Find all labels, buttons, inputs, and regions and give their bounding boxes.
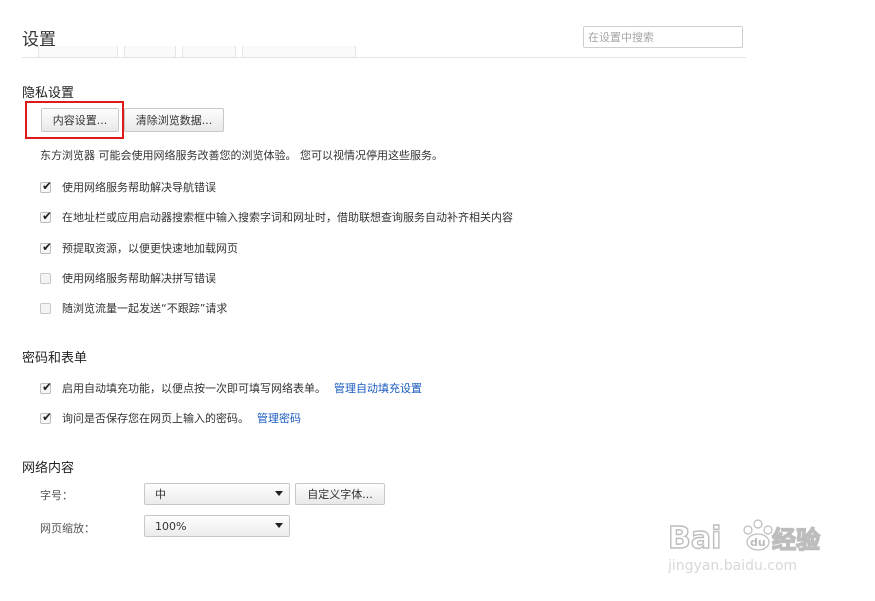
checkmark-icon: ✔ <box>42 208 53 223</box>
font-size-value: 中 <box>155 488 166 501</box>
option-autofill[interactable]: ✔ 启用自动填充功能，以便点按一次即可填写网络表单。 管理自动填充设置 <box>40 380 422 396</box>
option-label: 预提取资源，以便更快速地加载网页 <box>62 242 238 255</box>
option-prefetch[interactable]: ✔ 预提取资源，以便更快速地加载网页 <box>40 240 238 256</box>
clear-browsing-data-button[interactable]: 清除浏览数据... <box>124 108 224 132</box>
page-zoom-value: 100% <box>155 519 187 533</box>
option-label: 使用网络服务帮助解决拼写错误 <box>62 272 216 285</box>
option-label: 在地址栏或应用启动器搜索框中输入搜索字词和网址时，借助联想查询服务自动补齐相关内… <box>62 211 513 224</box>
option-label: 启用自动填充功能，以便点按一次即可填写网络表单。 <box>62 382 326 395</box>
checkbox[interactable] <box>40 272 51 284</box>
watermark-url: jingyan.baidu.com <box>668 558 797 574</box>
option-do-not-track[interactable]: 随浏览流量一起发送“不跟踪”请求 <box>40 300 227 316</box>
option-spelling[interactable]: 使用网络服务帮助解决拼写错误 <box>40 270 216 286</box>
page-zoom-select[interactable]: 100% <box>144 515 290 537</box>
checkbox[interactable]: ✔ <box>40 240 52 254</box>
header-divider <box>22 57 746 58</box>
font-size-label: 字号： <box>40 489 73 502</box>
option-label: 使用网络服务帮助解决导航错误 <box>62 181 216 194</box>
option-label: 询问是否保存您在网页上输入的密码。 <box>62 412 249 425</box>
svg-text:du: du <box>750 536 766 549</box>
checkbox[interactable]: ✔ <box>40 410 52 424</box>
search-input[interactable] <box>583 26 743 48</box>
checkmark-icon: ✔ <box>42 379 53 394</box>
watermark-brand: Bai <box>668 521 721 556</box>
manage-autofill-link[interactable]: 管理自动填充设置 <box>334 380 422 396</box>
dropdown-arrow-icon <box>275 491 283 496</box>
checkbox[interactable]: ✔ <box>40 380 52 394</box>
privacy-description: 东方浏览器 可能会使用网络服务改善您的浏览体验。 您可以视情况停用这些服务。 <box>40 149 443 162</box>
font-size-select[interactable]: 中 <box>144 483 290 505</box>
option-autocomplete-suggest[interactable]: ✔ 在地址栏或应用启动器搜索框中输入搜索字词和网址时，借助联想查询服务自动补齐相… <box>40 209 513 225</box>
baidu-jingyan-watermark: Bai du 经验 jingyan.baidu.com <box>668 519 821 574</box>
checkmark-icon: ✔ <box>42 239 53 254</box>
checkmark-icon: ✔ <box>42 178 53 193</box>
watermark-suffix: 经验 <box>772 526 820 554</box>
option-label: 随浏览流量一起发送“不跟踪”请求 <box>62 302 228 315</box>
page-zoom-label: 网页缩放： <box>40 522 95 535</box>
checkbox[interactable]: ✔ <box>40 179 52 193</box>
section-title-passwords: 密码和表单 <box>22 351 88 366</box>
section-title-web-content: 网络内容 <box>22 461 75 476</box>
paw-icon: du <box>743 519 773 551</box>
checkbox[interactable] <box>40 302 51 314</box>
customize-fonts-button[interactable]: 自定义字体... <box>295 483 385 505</box>
option-save-passwords[interactable]: ✔ 询问是否保存您在网页上输入的密码。 管理密码 <box>40 410 301 426</box>
manage-passwords-link[interactable]: 管理密码 <box>257 410 301 426</box>
checkbox[interactable]: ✔ <box>40 209 52 223</box>
highlight-box <box>25 101 124 139</box>
option-nav-error[interactable]: ✔ 使用网络服务帮助解决导航错误 <box>40 179 216 195</box>
hidden-tab-strip <box>38 46 356 58</box>
dropdown-arrow-icon <box>275 523 283 528</box>
section-title-privacy: 隐私设置 <box>22 86 75 101</box>
checkmark-icon: ✔ <box>42 409 53 424</box>
